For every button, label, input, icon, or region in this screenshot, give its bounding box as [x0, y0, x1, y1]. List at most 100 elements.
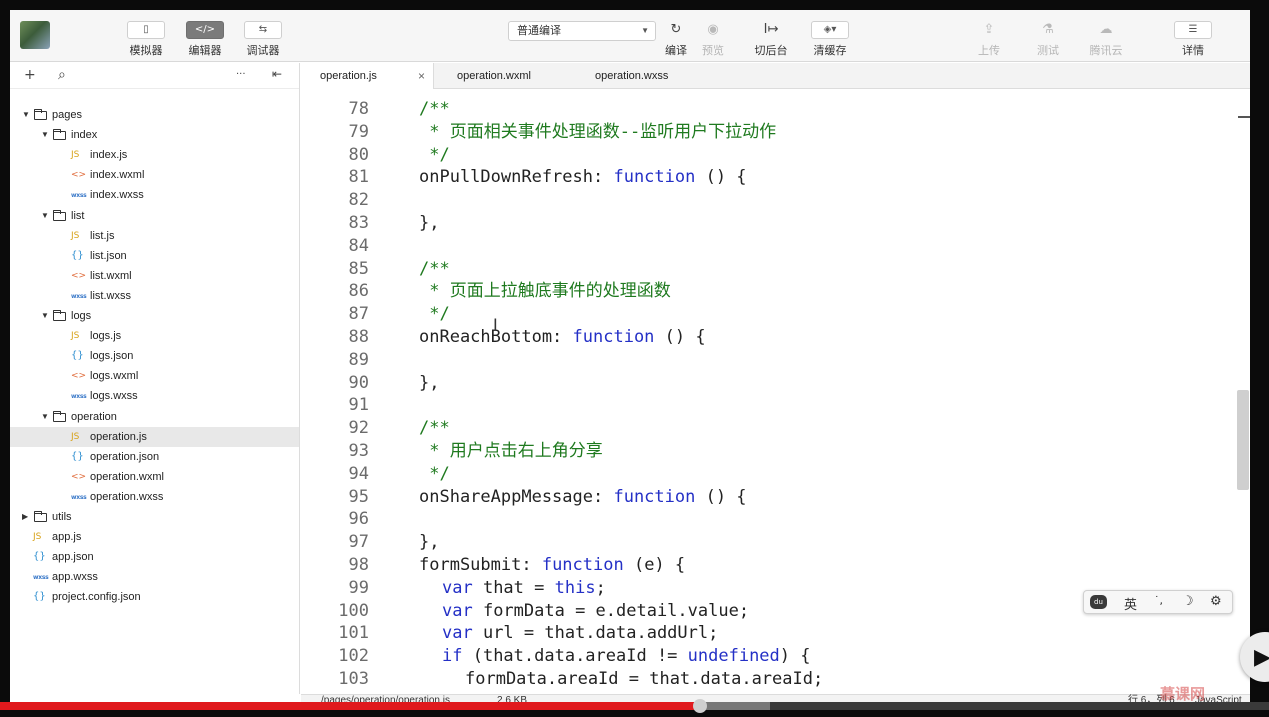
- preview-button[interactable]: ◉ 预览: [683, 20, 743, 58]
- folder-icon: [53, 310, 66, 321]
- tree-folder-operation[interactable]: ▼ operation: [10, 407, 299, 427]
- upload-button[interactable]: ⇪ 上传: [959, 20, 1019, 58]
- json-file-icon: {}: [71, 249, 84, 261]
- switch-background-button[interactable]: I↦ 切后台: [741, 20, 801, 58]
- tree-item-label: operation: [71, 410, 117, 423]
- tree-file-app-wxss[interactable]: wxss app.wxss: [10, 567, 299, 587]
- compile-mode-select[interactable]: 普通编译 ▼: [508, 21, 656, 41]
- code-comment: * 页面上拉触底事件的处理函数: [419, 281, 671, 302]
- code-token: ;: [595, 577, 606, 598]
- tab-operation-wxml[interactable]: operation.wxml: [457, 63, 567, 89]
- tree-file-list-wxml[interactable]: <> list.wxml: [10, 266, 299, 286]
- tree-file-project-config-json[interactable]: {} project.config.json: [10, 587, 299, 607]
- video-progress-bar[interactable]: [0, 699, 1269, 713]
- js-file-icon: JS: [71, 331, 80, 342]
- code-text: formData.areaId = that.data.areaId;: [465, 668, 823, 691]
- code-line: 103 formData.areaId = that.data.areaId;: [301, 668, 1250, 691]
- tree-file-operation-wxml[interactable]: <> operation.wxml: [10, 467, 299, 487]
- code-comment: /**: [419, 418, 450, 439]
- tree-item-label: logs.wxml: [90, 370, 139, 383]
- code-text: * 页面上拉触底事件的处理函数: [419, 280, 671, 303]
- tree-file-logs-json[interactable]: {} logs.json: [10, 346, 299, 366]
- tree-item-label: list.wxss: [90, 289, 131, 302]
- tree-file-app-js[interactable]: JS app.js: [10, 527, 299, 547]
- code-line: 94 */: [301, 463, 1250, 486]
- line-number: 87: [348, 304, 369, 325]
- explorer-toolbar: + ⌕ ··· ⇤: [10, 63, 299, 89]
- gear-icon[interactable]: ⚙: [1210, 594, 1222, 609]
- tree-file-index-wxml[interactable]: <> index.wxml: [10, 165, 299, 185]
- tree-folder-utils[interactable]: ▶ utils: [10, 507, 299, 527]
- tree-file-index-wxss[interactable]: wxss index.wxss: [10, 185, 299, 205]
- moon-icon[interactable]: ☽: [1182, 594, 1194, 609]
- tree-file-operation-json[interactable]: {} operation.json: [10, 447, 299, 467]
- tree-folder-index[interactable]: ▼ index: [10, 125, 299, 145]
- code-token: formData = e.detail.value;: [472, 600, 750, 621]
- tree-folder-pages[interactable]: ▼ pages: [10, 105, 299, 125]
- code-line: 80 */: [301, 144, 1250, 167]
- video-scrub-handle[interactable]: [693, 699, 708, 713]
- close-icon[interactable]: ×: [418, 63, 425, 89]
- chevron-down-icon[interactable]: ▼: [41, 407, 49, 427]
- add-icon[interactable]: +: [24, 67, 36, 83]
- code-token: that =: [472, 577, 555, 598]
- code-text: /**: [419, 417, 450, 440]
- tree-file-operation-js[interactable]: JS operation.js: [10, 426, 299, 447]
- tree-item-label: project.config.json: [52, 591, 141, 604]
- tree-file-list-wxss[interactable]: wxss list.wxss: [10, 286, 299, 306]
- chevron-down-icon[interactable]: ▼: [22, 105, 30, 125]
- chevron-down-icon[interactable]: ▼: [41, 206, 49, 226]
- scrollbar-thumb[interactable]: [1237, 390, 1249, 490]
- ime-language-toggle[interactable]: 英: [1124, 594, 1137, 613]
- code-line: 102 if (that.data.areaId != undefined) {: [301, 645, 1250, 668]
- collapse-panel-icon[interactable]: ⇤: [272, 67, 282, 81]
- chevron-down-icon[interactable]: ▼: [41, 125, 49, 145]
- code-line: 78 /**: [301, 98, 1250, 121]
- tree-file-index-js[interactable]: JS index.js: [10, 145, 299, 165]
- tencent-cloud-button[interactable]: ☁ 腾讯云: [1076, 20, 1136, 58]
- clear-cache-label: 清缓存: [813, 45, 847, 57]
- code-keyword: undefined: [687, 646, 780, 667]
- test-button[interactable]: ⚗ 测试: [1018, 20, 1078, 58]
- search-icon[interactable]: ⌕: [58, 67, 66, 83]
- tree-file-logs-wxss[interactable]: wxss logs.wxss: [10, 386, 299, 406]
- clear-cache-button[interactable]: ◈▾ 清缓存: [800, 20, 860, 58]
- line-number: 79: [348, 121, 369, 142]
- simulator-label: 模拟器: [129, 45, 163, 57]
- tree-file-list-json[interactable]: {} list.json: [10, 246, 299, 266]
- tree-folder-logs[interactable]: ▼ logs: [10, 306, 299, 326]
- debugger-button[interactable]: ⇆ 调试器: [233, 20, 293, 58]
- line-number: 91: [348, 395, 369, 416]
- tree-file-logs-js[interactable]: JS logs.js: [10, 326, 299, 346]
- code-comment: * 页面相关事件处理函数--监听用户下拉动作: [419, 121, 777, 142]
- editor-button[interactable]: </> 编辑器: [175, 20, 235, 58]
- input-method-bar[interactable]: du 英 ˙, ☽ ⚙: [1083, 590, 1233, 614]
- cloud-icon: ☁: [1099, 22, 1113, 37]
- chevron-down-icon[interactable]: ▼: [41, 306, 49, 326]
- folder-icon: [53, 410, 66, 422]
- tree-folder-list[interactable]: ▼ list: [10, 206, 299, 226]
- code-line: 92 /**: [301, 417, 1250, 440]
- eye-icon: ◉: [707, 22, 719, 37]
- ime-punctuation-toggle[interactable]: ˙,: [1154, 594, 1163, 607]
- simulator-button[interactable]: ▯ 模拟器: [116, 20, 176, 58]
- line-number: 90: [348, 372, 369, 393]
- tree-file-app-json[interactable]: {} app.json: [10, 547, 299, 567]
- details-button[interactable]: ☰ 详情: [1163, 20, 1223, 58]
- switch-background-icon: I↦: [763, 22, 779, 37]
- chevron-right-icon[interactable]: ▶: [22, 507, 28, 527]
- wxss-file-icon: wxss: [71, 493, 87, 501]
- json-file-icon: {}: [71, 450, 84, 462]
- tab-operation-wxss[interactable]: operation.wxss: [595, 63, 705, 89]
- more-icon[interactable]: ···: [236, 69, 246, 80]
- tab-label: operation.wxml: [457, 70, 531, 82]
- code-line: 97},: [301, 531, 1250, 554]
- tab-operation-js[interactable]: operation.js ×: [301, 63, 434, 89]
- tree-file-list-js[interactable]: JS list.js: [10, 226, 299, 246]
- code-line: 81 onPullDownRefresh: function () {: [301, 166, 1250, 189]
- tree-file-operation-wxss[interactable]: wxss operation.wxss: [10, 487, 299, 507]
- wxml-file-icon: <>: [71, 270, 87, 281]
- tree-file-logs-wxml[interactable]: <> logs.wxml: [10, 366, 299, 386]
- user-avatar[interactable]: [20, 21, 50, 49]
- line-number: 103: [338, 669, 369, 689]
